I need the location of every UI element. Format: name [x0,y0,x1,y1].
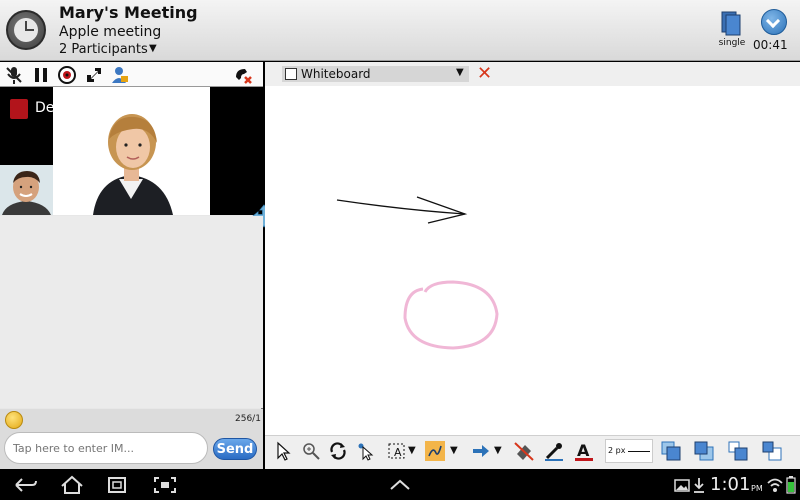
mute-mic-icon[interactable] [4,65,24,85]
send-button[interactable]: Send [213,438,257,460]
stroke-width-preview [628,451,650,452]
whiteboard-canvas[interactable] [265,86,800,436]
im-input[interactable] [4,432,208,464]
emoji-icon[interactable] [5,411,23,429]
document-name: Whiteboard [301,67,371,81]
color-dropper-icon[interactable] [543,440,565,462]
svg-text:A: A [577,441,590,460]
dial-tile-label: De [35,100,55,116]
screenshot-icon[interactable] [150,474,180,496]
meeting-subtitle: Apple meeting [59,24,162,40]
main-video[interactable] [53,87,210,215]
view-mode-label: single [718,38,746,48]
wifi-icon [767,478,783,492]
pause-icon[interactable] [31,65,51,85]
arrow-shape-icon[interactable] [470,440,492,462]
chat-history[interactable] [0,216,263,408]
pen-tool-icon[interactable] [424,440,446,462]
download-icon [694,478,704,493]
close-document-icon[interactable]: ✕ [477,63,492,84]
hangup-icon[interactable] [233,65,253,85]
presenter-photo [53,87,210,215]
battery-icon [786,476,796,494]
drawn-circle [403,280,499,350]
layer-back-icon[interactable] [693,440,715,462]
layer-front-icon[interactable] [660,440,682,462]
gallery-icon [674,479,690,492]
select-arrow-icon[interactable] [272,440,294,462]
dial-icon [10,99,28,119]
zoom-icon[interactable] [300,440,322,462]
system-time: 1:01 [710,474,751,495]
arrow-shape-caret-icon[interactable]: ▼ [494,445,502,456]
stroke-width-label: 2 px [608,446,626,455]
pointer-select-icon[interactable] [355,440,377,462]
clock-icon [6,10,46,50]
rotate-icon[interactable] [327,440,349,462]
pen-tool-caret-icon[interactable]: ▼ [450,445,458,456]
collapse-down-icon[interactable] [761,9,787,35]
text-tool-caret-icon[interactable]: ▼ [408,445,416,456]
font-color-icon[interactable]: A [573,440,595,462]
elapsed-time: 00:41 [753,38,788,52]
char-count: 256/1 [235,414,261,424]
self-video[interactable] [0,165,53,215]
bring-forward-icon[interactable] [727,440,749,462]
self-photo [0,165,53,215]
eraser-icon[interactable] [513,440,535,462]
up-icon[interactable] [385,474,415,496]
svg-text:A: A [394,446,402,459]
swap-video-icon[interactable] [84,65,104,85]
participant-lock-icon[interactable] [110,65,130,85]
participants-caret-icon[interactable]: ▼ [149,43,157,54]
text-tool-icon[interactable]: A [386,440,408,462]
recent-apps-icon[interactable] [103,474,133,496]
participants-dropdown[interactable]: 2 Participants [59,42,148,57]
back-icon[interactable] [10,474,40,496]
webcam-icon[interactable] [57,65,77,85]
send-backward-icon[interactable] [761,440,783,462]
system-ampm: PM [751,484,763,493]
media-toolbar [0,62,263,87]
meeting-title: Mary's Meeting [59,3,198,22]
document-dropdown-icon[interactable]: ▼ [456,67,464,78]
edit-document-icon [285,68,297,80]
single-view-icon[interactable] [720,10,742,36]
home-icon[interactable] [57,474,87,496]
drawn-arrow-head [416,196,468,224]
